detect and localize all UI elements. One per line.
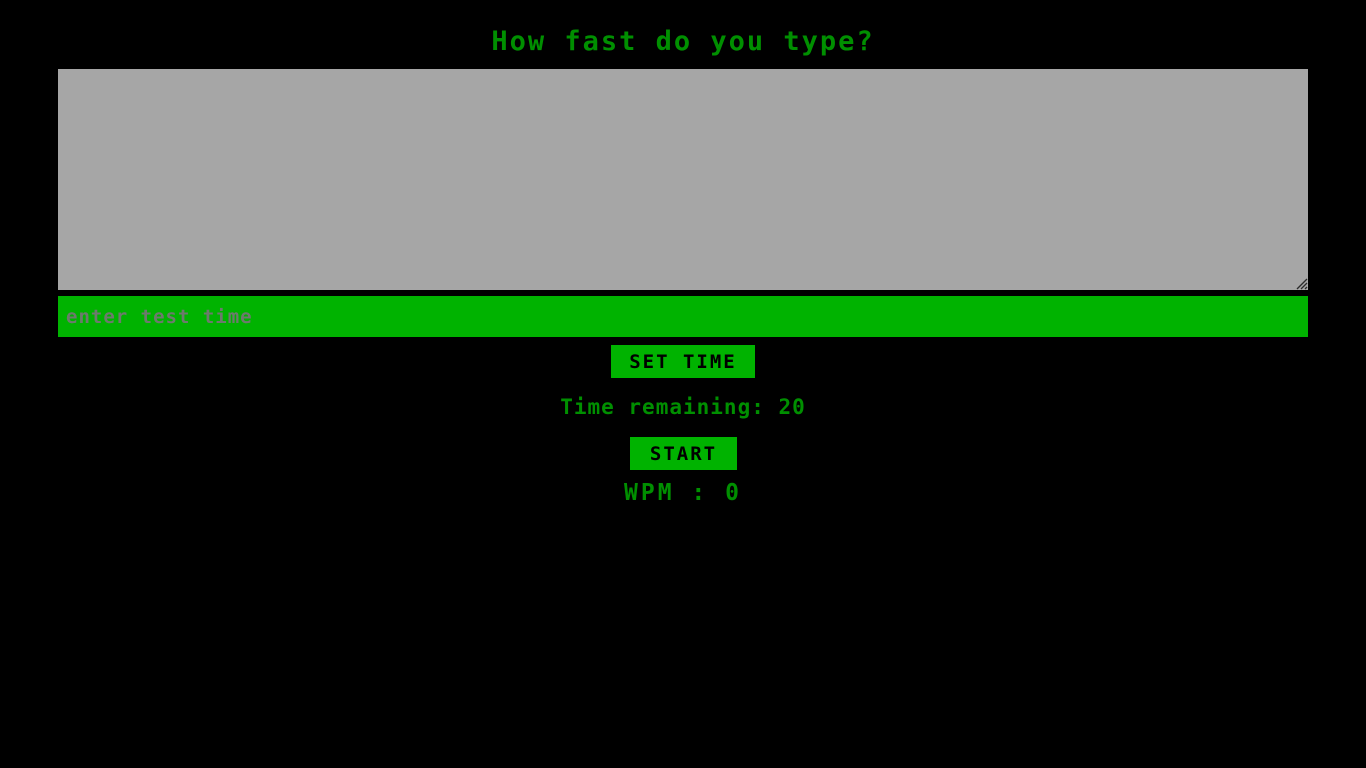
test-time-input[interactable]	[58, 296, 1308, 337]
time-remaining-status: Time remaining: 20	[560, 395, 806, 419]
start-button[interactable]: START	[630, 437, 737, 470]
typing-input-textarea[interactable]	[58, 69, 1308, 290]
wpm-status: WPM : 0	[624, 480, 742, 506]
set-time-button[interactable]: SET TIME	[611, 345, 755, 378]
resize-grip-icon[interactable]	[1292, 274, 1308, 290]
page-title: How fast do you type?	[491, 26, 875, 57]
typing-test-app: How fast do you type? SET TIME Time rema…	[0, 0, 1366, 768]
